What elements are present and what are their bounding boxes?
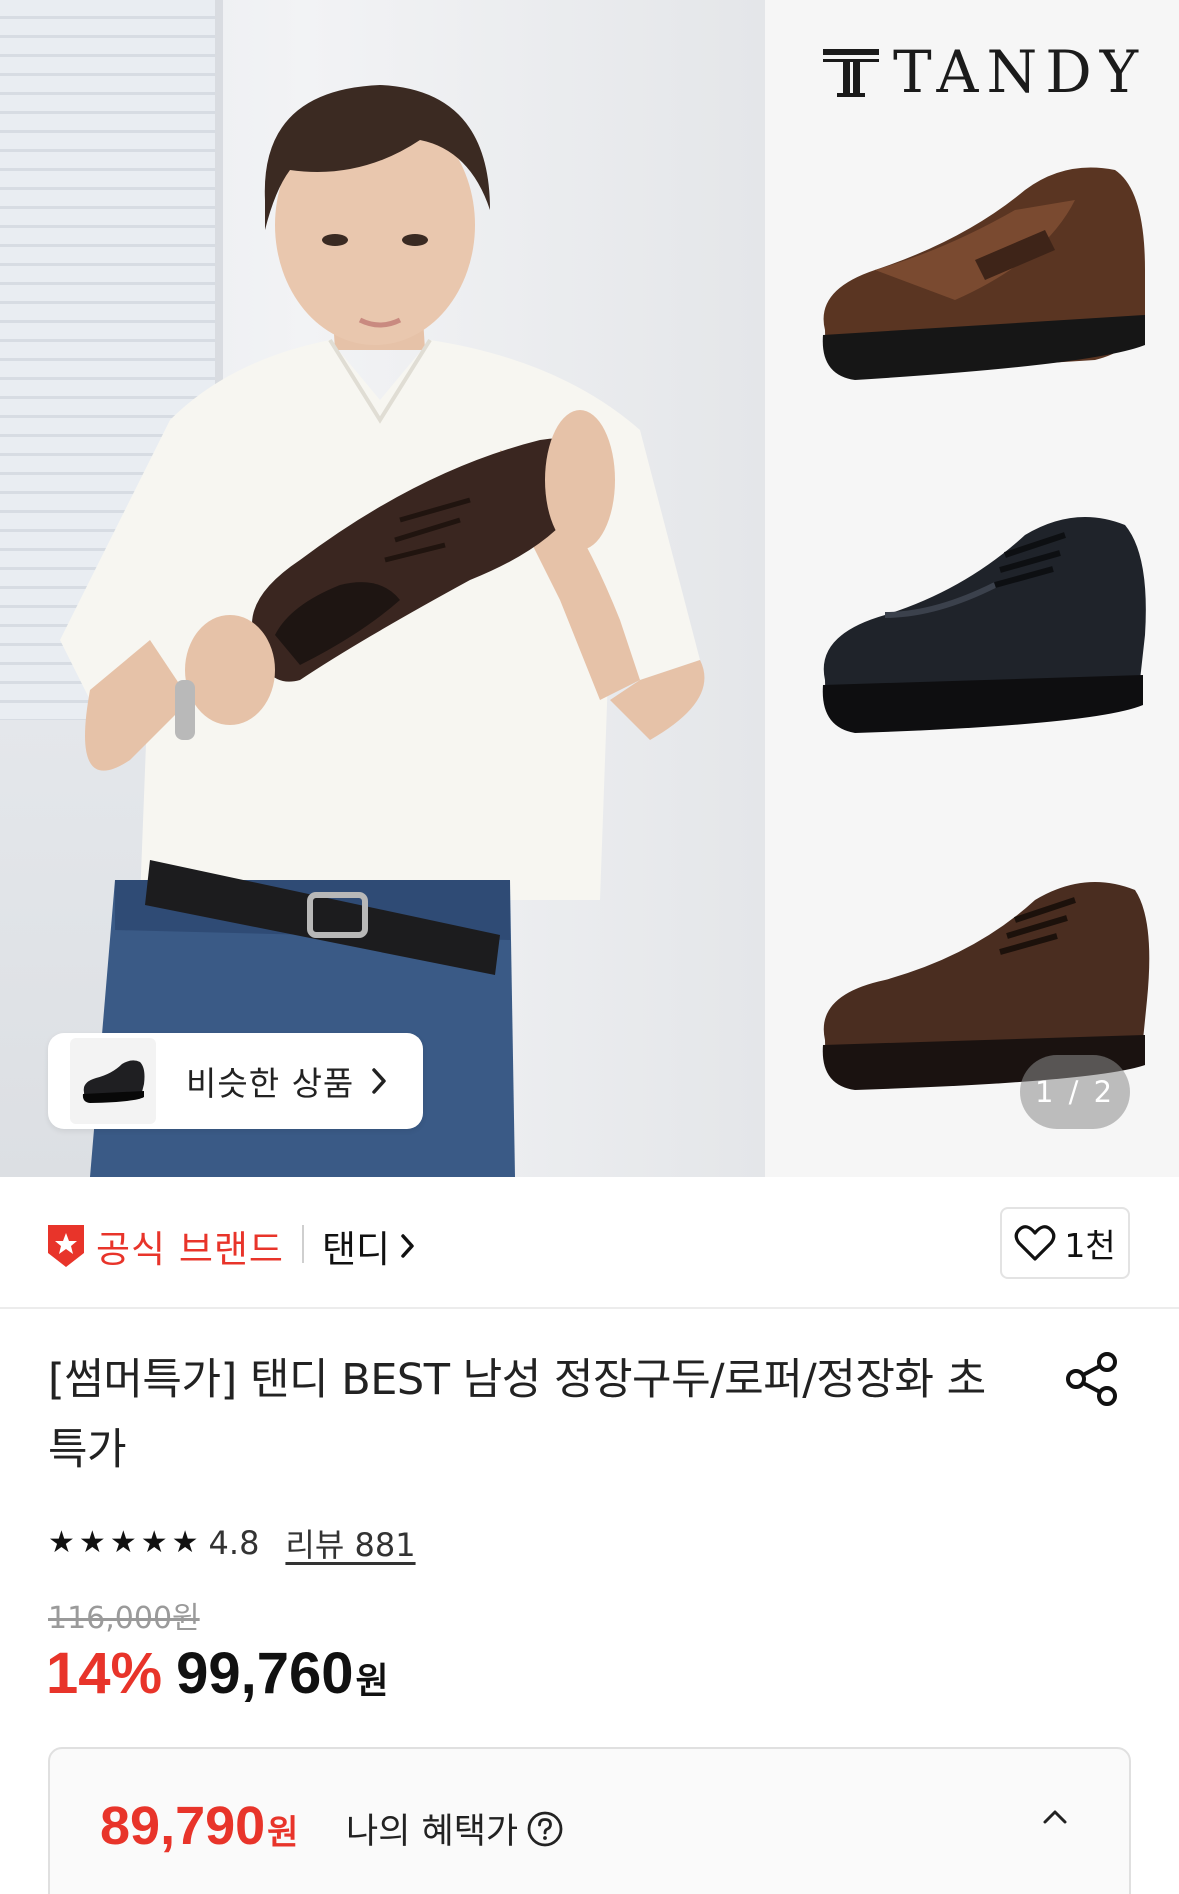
star-icon: ★ [109,1525,137,1560]
official-brand-badge: 공식 브랜드 [46,1219,284,1273]
tandy-logo: TANDY [821,38,1146,106]
star-rating: ★ ★ ★ ★ ★ [48,1528,199,1558]
benefit-price: 89,790 원 [100,1795,298,1857]
help-icon[interactable] [526,1810,564,1848]
star-icon: ★ [140,1525,168,1560]
black-derby-image [822,517,1146,733]
tandy-logo-text: TANDY [893,38,1146,106]
product-image-carousel[interactable]: TANDY 비슷한 상품 1 / 2 [0,0,1179,1177]
like-button[interactable]: 1천 [1000,1207,1130,1279]
product-title: [썸머특가] 탠디 BEST 남성 정장구두/로퍼/정장화 초특가 [48,1355,986,1475]
brown-loafer-image [822,167,1145,380]
benefit-label: 나의 혜택가 [346,1812,519,1852]
brand-row: 공식 브랜드 탠디 1천 [0,1177,1179,1309]
similar-products-label: 비슷한 상품 [186,1064,355,1103]
rating-score: 4.8 [208,1524,260,1562]
tandy-logo-mark-icon [823,49,880,97]
share-icon[interactable] [1063,1350,1121,1408]
heart-icon [1014,1225,1056,1261]
star-icon: ★ [78,1525,106,1560]
shoe-thumbnail-icon [82,1060,145,1103]
shoe-lineup-panel: TANDY [765,0,1179,1177]
carousel-page-indicator: 1 / 2 [1020,1055,1130,1129]
divider [302,1225,304,1263]
chevron-right-icon [401,1234,414,1258]
chevron-up-icon[interactable] [1041,1807,1069,1827]
chevron-right-icon [372,1068,387,1094]
sale-price: 99,760 [176,1641,354,1706]
official-brand-label: 공식 브랜드 [96,1228,284,1271]
model-holding-shoe-illustration [60,85,705,1177]
benefit-price-value: 89,790 [100,1796,266,1856]
rating-row: ★ ★ ★ ★ ★ 4.8 리뷰 881 [48,1520,416,1566]
similar-product-thumbnail [70,1038,156,1124]
price-row: 14% 99,760 원 [46,1640,389,1707]
star-icon: ★ [171,1525,199,1560]
similar-products-button[interactable]: 비슷한 상품 [48,1033,423,1129]
like-count: 1천 [1064,1226,1116,1265]
official-shield-icon [48,1225,84,1267]
model-photo [0,0,765,1177]
benefit-price-unit: 원 [267,1813,299,1853]
brand-name: 탠디 [322,1228,391,1271]
original-price: 116,000원 [48,1601,200,1636]
discount-rate: 14% [46,1641,163,1706]
price-unit: 원 [355,1661,389,1702]
star-icon: ★ [48,1525,75,1560]
benefit-label-group: 나의 혜택가 [346,1803,564,1854]
my-benefit-price-panel[interactable]: 89,790 원 나의 혜택가 [48,1747,1131,1894]
brand-store-link[interactable]: 탠디 [322,1219,416,1273]
reviews-link[interactable]: 리뷰 881 [285,1520,415,1566]
